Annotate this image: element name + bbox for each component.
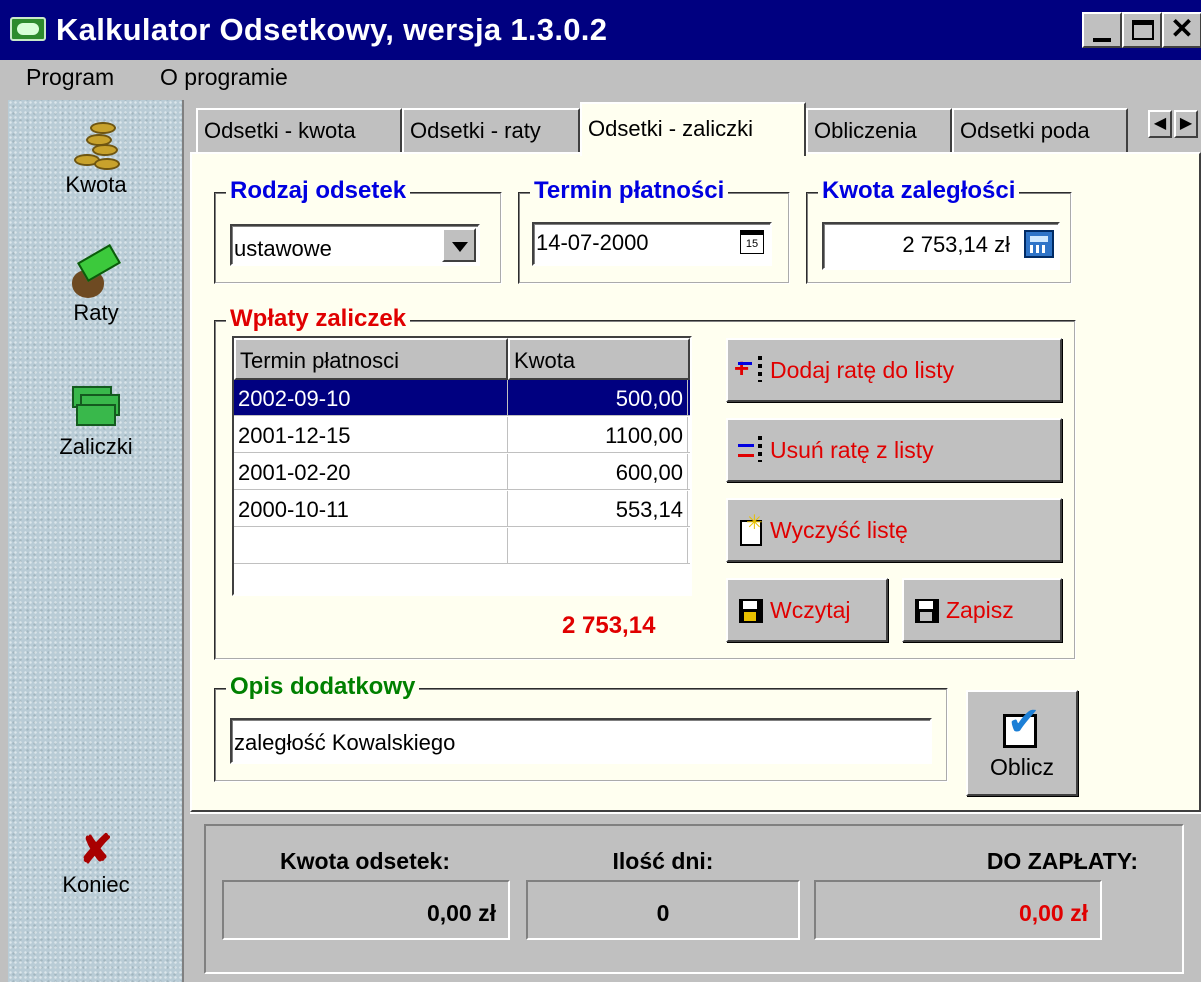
interest-type-title: Rodzaj odsetek — [226, 177, 411, 205]
minimize-icon — [1093, 38, 1111, 42]
banknotes-icon — [70, 382, 122, 434]
interest-type-select[interactable]: ustawowe — [230, 224, 480, 266]
remove-installment-label: Usuń ratę z listy — [770, 436, 934, 463]
floppy-open-icon — [736, 596, 764, 624]
remove-installment-button[interactable]: Usuń ratę z listy — [726, 418, 1062, 482]
table-cell-date: 2000-10-11 — [234, 491, 508, 527]
coins-icon — [70, 120, 122, 172]
calculate-button[interactable]: Oblicz — [966, 690, 1078, 796]
results-panel: Kwota odsetek: Ilość dni: DO ZAPŁATY: 0,… — [190, 812, 1201, 982]
table-row[interactable]: 2000-10-11 553,14 — [234, 491, 690, 527]
sidebar-label-raty: Raty — [73, 300, 119, 325]
tab-scroll-left-button[interactable]: ◀ — [1148, 110, 1172, 138]
amount-due-label: DO ZAPŁATY: — [986, 848, 1138, 874]
money-bag-icon — [70, 243, 122, 300]
column-header-amount[interactable]: Kwota — [508, 338, 690, 380]
menu-program[interactable]: Program — [26, 64, 114, 91]
amount-due-value: 0,00 zł — [814, 880, 1102, 940]
tab-odsetki-podatkowe[interactable]: Odsetki poda — [952, 108, 1128, 152]
maximize-icon — [1132, 20, 1154, 40]
add-row-icon — [734, 356, 764, 384]
interest-amount-label: Kwota odsetek: — [280, 848, 450, 874]
floppy-save-icon — [912, 596, 940, 624]
arrears-amount-field[interactable]: 2 753,14 zł — [822, 222, 1060, 270]
description-input[interactable]: zaległość Kowalskiego — [230, 718, 932, 764]
tab-obliczenia[interactable]: Obliczenia — [806, 108, 952, 152]
add-installment-button[interactable]: Dodaj ratę do listy — [726, 338, 1062, 402]
interest-amount-value: 0,00 zł — [222, 880, 510, 940]
new-page-icon — [736, 510, 764, 546]
sidebar-item-raty[interactable]: Raty — [8, 243, 184, 326]
tab-scroll-right-button[interactable]: ▶ — [1174, 110, 1198, 138]
window-title: Kalkulator Odsetkowy, wersja 1.3.0.2 — [56, 12, 608, 47]
table-cell-date: 2001-02-20 — [234, 454, 508, 490]
due-date-field[interactable]: 14-07-2000 15 — [532, 222, 772, 266]
close-window-button[interactable]: ✕ — [1162, 12, 1201, 48]
table-cell-date: 2001-12-15 — [234, 417, 508, 453]
app-icon[interactable] — [10, 17, 46, 41]
payments-table[interactable]: Termin płatnosci Kwota 2002-09-10 500,00… — [232, 336, 692, 596]
calculate-label: Oblicz — [990, 754, 1054, 780]
sidebar-item-kwota[interactable]: Kwota — [8, 120, 184, 198]
exit-icon: ✘ — [79, 828, 113, 872]
calculator-icon[interactable] — [1024, 230, 1054, 258]
checkbox-checked-icon — [999, 702, 1045, 748]
description-title: Opis dodatkowy — [226, 673, 420, 701]
column-header-date[interactable]: Termin płatnosci — [234, 338, 508, 380]
menu-about[interactable]: O programie — [160, 64, 288, 91]
table-cell-amount: 600,00 — [508, 454, 688, 490]
interest-type-value: ustawowe — [234, 236, 332, 261]
tab-odsetki-raty[interactable]: Odsetki - raty — [402, 108, 580, 152]
table-cell-amount: 500,00 — [508, 380, 688, 416]
tab-odsetki-zaliczki[interactable]: Odsetki - zaliczki — [580, 102, 806, 156]
days-count-label: Ilość dni: — [612, 848, 714, 874]
description-value: zaległość Kowalskiego — [234, 730, 456, 755]
payments-total: 2 753,14 — [562, 612, 656, 639]
sidebar-label-koniec: Koniec — [62, 872, 130, 897]
add-installment-label: Dodaj ratę do listy — [770, 356, 955, 383]
minimize-button[interactable] — [1082, 12, 1122, 48]
sidebar-label-kwota: Kwota — [65, 172, 127, 197]
arrears-amount-value: 2 753,14 zł — [902, 232, 1010, 257]
payments-title: Wpłaty zaliczek — [226, 305, 411, 333]
table-row[interactable]: 2001-02-20 600,00 — [234, 454, 690, 490]
clear-list-label: Wyczyść listę — [770, 516, 908, 543]
due-date-value: 14-07-2000 — [536, 230, 649, 255]
menu-bar: Program O programie — [0, 60, 1201, 100]
sidebar-label-zaliczki: Zaliczki — [59, 434, 133, 459]
clear-list-button[interactable]: Wyczyść listę — [726, 498, 1062, 562]
sidebar-item-zaliczki[interactable]: Zaliczki — [8, 382, 184, 460]
remove-row-icon — [736, 436, 764, 464]
table-cell-amount: 1100,00 — [508, 417, 688, 453]
sidebar: Kwota Raty Zaliczki ✘ Koniec — [8, 100, 184, 982]
table-cell-amount: 553,14 — [508, 491, 688, 527]
load-button[interactable]: Wczytaj — [726, 578, 888, 642]
days-count-value: 0 — [526, 880, 800, 940]
table-cell-date: 2002-09-10 — [234, 380, 508, 416]
title-bar: Kalkulator Odsetkowy, wersja 1.3.0.2 ✕ — [0, 0, 1201, 60]
due-date-title: Termin płatności — [530, 177, 729, 205]
tab-odsetki-kwota[interactable]: Odsetki - kwota — [196, 108, 402, 152]
save-label: Zapisz — [946, 596, 1014, 623]
table-row-empty[interactable] — [234, 528, 690, 564]
maximize-button[interactable] — [1122, 12, 1162, 48]
arrears-title: Kwota zaległości — [818, 177, 1020, 205]
save-button[interactable]: Zapisz — [902, 578, 1062, 642]
load-label: Wczytaj — [770, 596, 851, 623]
close-icon: ✕ — [1170, 13, 1194, 44]
table-row[interactable]: 2002-09-10 500,00 — [234, 380, 690, 416]
calendar-icon[interactable]: 15 — [740, 230, 764, 254]
chevron-down-icon[interactable] — [442, 228, 476, 262]
sidebar-item-koniec[interactable]: ✘ Koniec — [8, 828, 184, 898]
table-row[interactable]: 2001-12-15 1100,00 — [234, 417, 690, 453]
